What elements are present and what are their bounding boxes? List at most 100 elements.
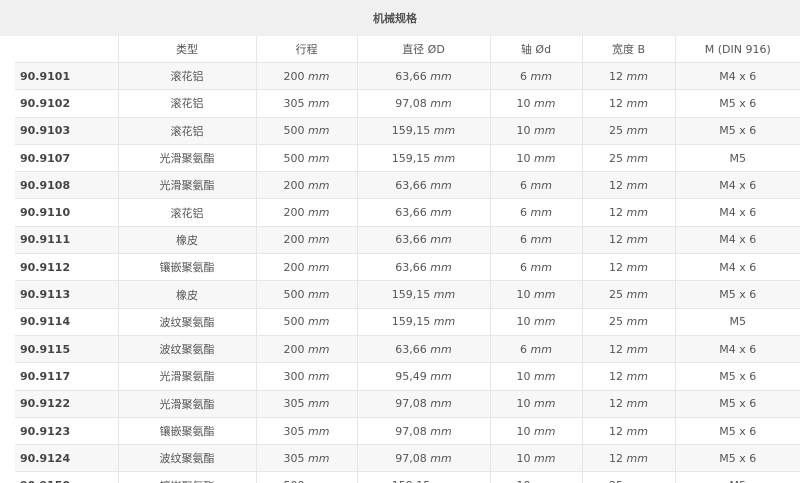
cell-shaft-value: 6 [520, 178, 528, 192]
cell-shaft: 10 mm [489, 444, 582, 473]
cell-shaft: 6 mm [489, 335, 582, 364]
cell-stroke-value: 200 [283, 178, 305, 192]
cell-m-din916: M5 x 6 [674, 280, 800, 309]
unit-label: mm [308, 96, 330, 110]
unit-label: mm [430, 96, 452, 110]
cell-width: 25 mm [581, 117, 675, 145]
cell-diameter-value: 97,08 [395, 424, 427, 438]
cell-stroke: 200 mm [255, 62, 357, 91]
unit-label: mm [430, 69, 452, 83]
cell-type: 波纹聚氨酯 [117, 444, 256, 473]
cell-m-din916: M5 x 6 [674, 117, 800, 145]
cell-type-value: 橡皮 [176, 233, 198, 247]
cell-diameter-value: 63,66 [395, 206, 427, 220]
cell-m-din916: M5 x 6 [674, 417, 800, 446]
unit-label: mm [433, 124, 456, 138]
cell-m-din916-value: M4 x 6 [719, 206, 757, 220]
cell-type-value: 镶嵌聚氨酯 [159, 425, 215, 438]
unit-label: mm [534, 288, 556, 302]
unit-label: mm [626, 124, 648, 138]
cell-m-din916-value: M5 x 6 [719, 369, 757, 383]
cell-width: 12 mm [581, 444, 675, 473]
cell-m-din916-value: M4 x 6 [719, 233, 757, 247]
unit-label: mm [430, 369, 452, 383]
cell-code-value: 90.9112 [20, 260, 71, 274]
cell-code-value: 90.9111 [20, 233, 71, 247]
unit-label: mm [627, 479, 648, 483]
cell-code-value: 90.9103 [20, 124, 71, 138]
cell-shaft-value: 10 [516, 315, 531, 329]
cell-type: 波纹聚氨酯 [117, 308, 256, 336]
unit-label: mm [626, 96, 648, 110]
cell-diameter: 63,66 mm [356, 171, 490, 200]
cell-type: 滚花铝 [117, 117, 256, 145]
unit-label: mm [534, 451, 556, 465]
header-code [15, 36, 118, 63]
cell-shaft-value: 6 [520, 342, 528, 356]
unit-label: mm [430, 342, 452, 356]
table-row: 90.9115 波纹聚氨酯 200 mm 63,66 mm 6 mm 12 mm M4 x … [15, 335, 800, 364]
cell-width: 12 mm [581, 335, 675, 364]
cell-shaft-value: 10 [516, 424, 531, 438]
cell-stroke: 200 mm [255, 198, 357, 227]
cell-diameter: 63,66 mm [356, 253, 490, 282]
unit-label: mm [308, 233, 330, 247]
header-type: 类型 [117, 36, 256, 63]
unit-label: mm [626, 178, 648, 192]
unit-label: mm [430, 451, 452, 465]
unit-label: mm [308, 451, 330, 465]
cell-width-value: 25 [609, 315, 624, 329]
unit-label: mm [430, 397, 452, 411]
cell-type: 滚花铝 [117, 198, 256, 227]
cell-type-value: 镶嵌聚氨酯 [159, 261, 215, 275]
cell-diameter: 97,08 mm [356, 390, 490, 418]
cell-code-value: 90.9114 [20, 315, 71, 329]
unit-label: mm [430, 233, 452, 247]
unit-label: mm [433, 151, 456, 165]
unit-label: mm [534, 369, 556, 383]
cell-width: 12 mm [581, 89, 675, 118]
table-row: 90.9103 滚花铝 500 mm 159,15 mm 10 mm 25 mm M5 x … [15, 117, 800, 145]
unit-label: mm [534, 151, 556, 165]
cell-width-value: 12 [609, 342, 624, 356]
unit-label: mm [308, 479, 329, 483]
cell-m-din916: M5 x 6 [674, 362, 800, 391]
cell-type: 镶嵌聚氨酯 [117, 471, 256, 483]
cell-shaft: 6 mm [489, 226, 582, 255]
cell-diameter: 97,08 mm [356, 444, 490, 473]
cell-shaft: 6 mm [489, 171, 582, 200]
cell-code: 90.9111 [15, 226, 118, 255]
cell-type-value: 橡皮 [176, 288, 198, 302]
cell-diameter: 159,15 mm [356, 117, 490, 145]
unit-label: mm [433, 315, 456, 329]
cell-code-value: 90.9117 [20, 369, 71, 383]
cell-stroke-value: 200 [283, 206, 305, 220]
spec-page: 机械规格 类型 行程 直径 ØD 轴 Ød 宽度 B M (DIN 916) 9… [0, 0, 800, 483]
cell-diameter: 63,66 mm [356, 62, 490, 91]
unit-label: mm [530, 69, 552, 83]
cell-shaft-value: 10 [516, 397, 531, 411]
cell-diameter-value: 159,15 [391, 124, 431, 138]
cell-diameter-value: 159,15 [391, 288, 431, 302]
cell-type: 光滑聚氨酯 [117, 390, 256, 418]
unit-label: mm [534, 397, 556, 411]
unit-label: mm [534, 315, 556, 329]
table-row: 90.9150镶嵌聚氨酯500 mm159,15 mm10 mm25 mmM5 [15, 471, 800, 483]
cell-stroke: 200 mm [255, 253, 357, 282]
cell-code: 90.9123 [15, 417, 118, 446]
cell-code-value: 90.9122 [20, 397, 71, 411]
table-title: 机械规格 [373, 12, 417, 25]
unit-label: mm [626, 315, 648, 329]
cell-type: 光滑聚氨酯 [117, 171, 256, 200]
cell-width-value: 12 [609, 206, 624, 220]
cell-type: 波纹聚氨酯 [117, 335, 256, 364]
cell-type: 镶嵌聚氨酯 [117, 253, 256, 282]
cell-type-value: 波纹聚氨酯 [159, 315, 215, 329]
cell-type-value: 波纹聚氨酯 [159, 343, 215, 357]
unit-label: mm [530, 342, 552, 356]
cell-code: 90.9114 [15, 308, 118, 336]
cell-code: 90.9102 [15, 89, 118, 118]
unit-label: mm [308, 206, 330, 220]
cell-m-din916: M5 x 6 [674, 444, 800, 473]
cell-stroke-value: 500 [283, 124, 305, 138]
